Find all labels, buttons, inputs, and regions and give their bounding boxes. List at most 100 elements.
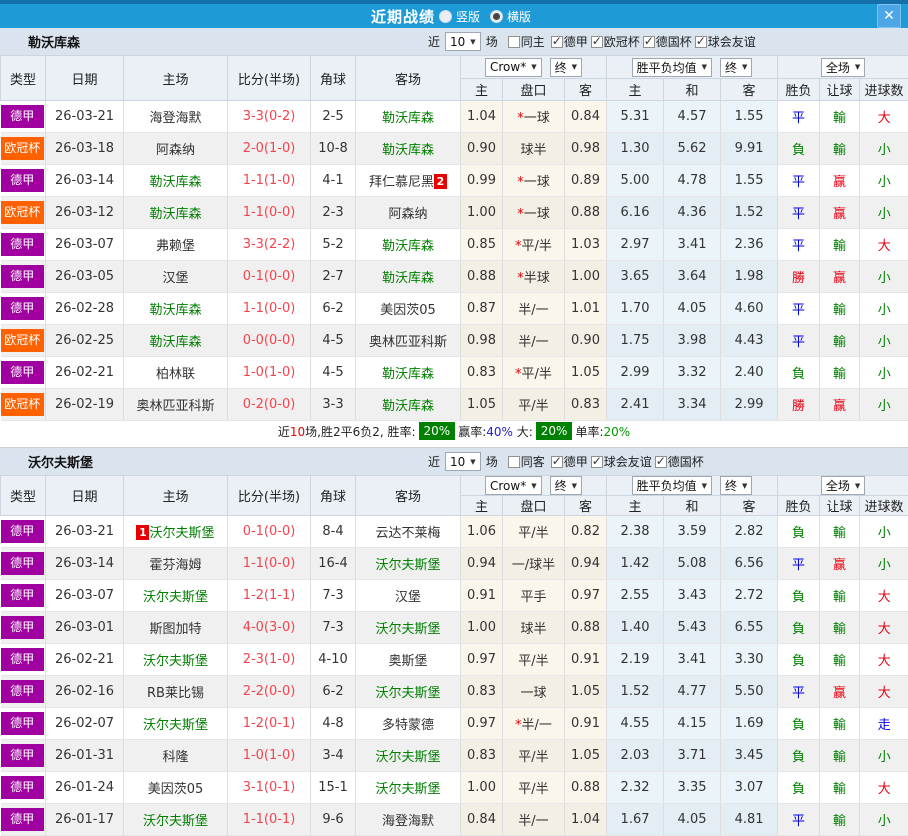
odds-handicap: *一球 — [503, 101, 565, 133]
away-team-name: 勒沃库森 — [382, 399, 434, 414]
away-team-name: 阿森纳 — [388, 207, 427, 222]
table-row: 德甲26-03-14勒沃库森1-1(1-0)4-1拜仁慕尼黑20.99*一球0.… — [1, 165, 908, 197]
result-text: 平 — [792, 175, 805, 190]
away-team-cell[interactable]: 沃尔夫斯堡 — [356, 548, 461, 580]
result-text: 赢 — [833, 271, 846, 286]
away-team-cell[interactable]: 勒沃库森 — [356, 133, 461, 165]
full-match-select-value: 全场 — [826, 477, 850, 494]
avg-final-select[interactable]: 终▼ — [720, 58, 752, 77]
avg-group-header: 胜平负均值▼ 终▼ — [607, 476, 778, 496]
home-team-name: 汉堡 — [162, 271, 188, 286]
home-team-cell[interactable]: 沃尔夫斯堡 — [124, 580, 228, 612]
table-row: 德甲26-01-17沃尔夫斯堡1-1(0-1)9-6海登海默0.84半/一1.0… — [1, 804, 908, 836]
avg-home: 2.19 — [607, 644, 664, 676]
away-team-cell[interactable]: 勒沃库森 — [356, 229, 461, 261]
full-match-select[interactable]: 全场▼ — [821, 58, 865, 77]
team-section-header: 勒沃库森近10▼场同主德甲欧冠杯德国杯球会友谊 — [0, 28, 908, 55]
result-outcome: 負 — [778, 580, 820, 612]
column-header: 角球 — [311, 56, 356, 101]
result-outcome: 平 — [778, 676, 820, 708]
filter-checkbox[interactable]: 欧冠杯 — [591, 33, 640, 50]
table-row: 德甲26-03-01斯图加特4-0(3-0)7-3沃尔夫斯堡1.00球半0.88… — [1, 612, 908, 644]
odds-final-select[interactable]: 终▼ — [550, 58, 582, 77]
home-team-cell[interactable]: 1沃尔夫斯堡 — [124, 516, 228, 548]
filter-checkbox-label: 欧冠杯 — [604, 33, 640, 50]
vertical-layout-radio[interactable] — [439, 10, 452, 23]
away-team-cell[interactable]: 沃尔夫斯堡 — [356, 772, 461, 804]
close-icon[interactable]: ✕ — [877, 4, 901, 28]
filter-checkbox[interactable]: 球会友谊 — [695, 33, 756, 50]
odds-home: 0.97 — [461, 644, 503, 676]
date-cell: 26-03-12 — [46, 197, 124, 229]
avg-final-select[interactable]: 终▼ — [720, 476, 752, 495]
result-goals: 大 — [860, 644, 908, 676]
corners-cell: 7-3 — [311, 580, 356, 612]
avg-home: 1.30 — [607, 133, 664, 165]
odds-provider-select[interactable]: Crow*▼ — [485, 58, 542, 77]
result-outcome: 平 — [778, 804, 820, 836]
odds-final-select-value: 终 — [555, 477, 567, 494]
away-team-cell[interactable]: 沃尔夫斯堡 — [356, 612, 461, 644]
filter-checkbox[interactable]: 同主 — [508, 33, 545, 50]
filter-checkbox[interactable]: 德甲 — [551, 453, 588, 470]
avg-draw: 4.05 — [664, 804, 721, 836]
avg-provider-select[interactable]: 胜平负均值▼ — [632, 58, 712, 77]
date-cell: 26-02-19 — [46, 389, 124, 421]
home-team-cell[interactable]: 沃尔夫斯堡 — [124, 644, 228, 676]
result-goals: 小 — [860, 261, 908, 293]
recent-count-select[interactable]: 10▼ — [445, 32, 481, 51]
league-badge: 欧冠杯 — [1, 137, 45, 160]
handicap-text: 半/一 — [522, 718, 552, 733]
result-text: 輸 — [833, 718, 846, 733]
filter-checkbox[interactable]: 德国杯 — [655, 453, 704, 470]
home-team-cell[interactable]: 勒沃库森 — [124, 293, 228, 325]
horizontal-layout-radio[interactable] — [490, 10, 503, 23]
home-team-cell[interactable]: 勒沃库森 — [124, 165, 228, 197]
score-cell: 3-1(0-1) — [228, 772, 311, 804]
away-team-cell[interactable]: 沃尔夫斯堡 — [356, 740, 461, 772]
result-text: 赢 — [833, 207, 846, 222]
result-outcome: 負 — [778, 516, 820, 548]
result-goals: 小 — [860, 389, 908, 421]
score-text: 0-1(0-0) — [243, 269, 296, 284]
away-team-cell[interactable]: 勒沃库森 — [356, 101, 461, 133]
date-cell: 26-02-07 — [46, 708, 124, 740]
home-team-cell[interactable]: 沃尔夫斯堡 — [124, 708, 228, 740]
filter-checkbox[interactable]: 同客 — [508, 453, 545, 470]
summary-segment: 单率: — [575, 425, 603, 439]
full-match-select[interactable]: 全场▼ — [821, 476, 865, 495]
away-team-cell[interactable]: 勒沃库森 — [356, 389, 461, 421]
away-team-cell: 奥斯堡 — [356, 644, 461, 676]
filter-checkbox-label: 同主 — [521, 33, 545, 50]
result-text: 輸 — [833, 622, 846, 637]
recent-count-select[interactable]: 10▼ — [445, 452, 481, 471]
away-team-cell[interactable]: 勒沃库森 — [356, 261, 461, 293]
avg-provider-select[interactable]: 胜平负均值▼ — [632, 476, 712, 495]
result-goals: 小 — [860, 325, 908, 357]
result-text: 負 — [792, 750, 805, 765]
full-group-header: 全场▼ — [778, 56, 908, 79]
avg-draw: 3.35 — [664, 772, 721, 804]
avg-home: 2.38 — [607, 516, 664, 548]
home-team-cell: 柏林联 — [124, 357, 228, 389]
away-team-cell[interactable]: 沃尔夫斯堡 — [356, 676, 461, 708]
summary-segment: 10 — [290, 425, 305, 439]
away-team-cell[interactable]: 勒沃库森 — [356, 357, 461, 389]
result-handicap: 輸 — [820, 357, 860, 389]
filter-checkbox[interactable]: 球会友谊 — [591, 453, 652, 470]
away-team-cell: 汉堡 — [356, 580, 461, 612]
filter-checkbox[interactable]: 德国杯 — [643, 33, 692, 50]
home-team-cell[interactable]: 沃尔夫斯堡 — [124, 804, 228, 836]
odds-provider-select[interactable]: Crow*▼ — [485, 476, 542, 495]
result-text: 大 — [878, 622, 891, 637]
checked-checkbox-icon — [591, 456, 603, 468]
table-row: 德甲26-03-21海登海默3-3(0-2)2-5勒沃库森1.04*一球0.84… — [1, 101, 908, 133]
column-header: 类型 — [1, 476, 46, 516]
home-team-cell[interactable]: 勒沃库森 — [124, 197, 228, 229]
home-team-name: 斯图加特 — [149, 622, 201, 637]
filter-checkbox[interactable]: 德甲 — [551, 33, 588, 50]
odds-final-select[interactable]: 终▼ — [550, 476, 582, 495]
avg-draw: 4.05 — [664, 293, 721, 325]
result-goals: 小 — [860, 357, 908, 389]
home-team-cell[interactable]: 勒沃库森 — [124, 325, 228, 357]
